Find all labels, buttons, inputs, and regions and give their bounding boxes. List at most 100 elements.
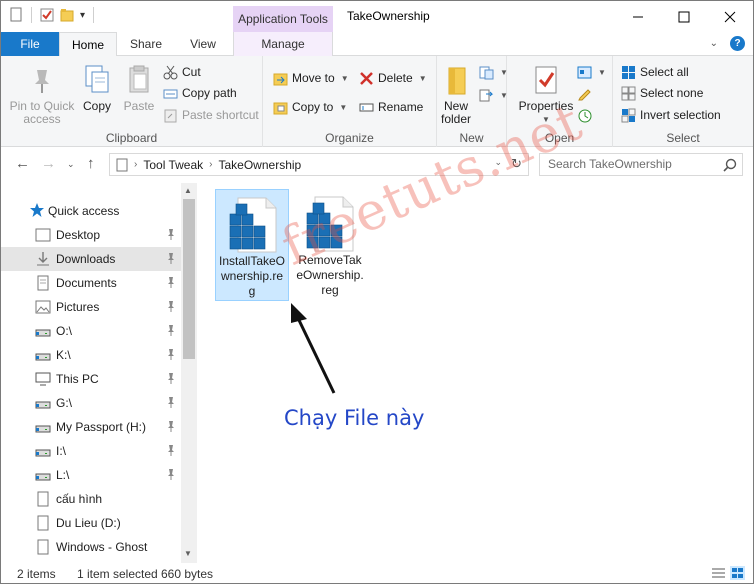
forward-arrow-icon[interactable]: →	[41, 155, 56, 172]
large-icons-view-icon[interactable]	[730, 566, 745, 580]
invert-selection-label: Invert selection	[640, 108, 721, 122]
new-folder-button[interactable]: New folder	[437, 64, 475, 126]
quick-access-toolbar: ▾	[9, 7, 96, 23]
pin-icon[interactable]	[166, 372, 176, 385]
invert-selection-icon	[621, 108, 636, 123]
details-view-icon[interactable]	[711, 566, 726, 580]
nav-item[interactable]: K:\	[1, 343, 181, 367]
recent-locations-chevron-icon[interactable]: ⌄	[67, 159, 75, 170]
copy-path-label: Copy path	[182, 86, 237, 100]
select-none-icon	[621, 86, 636, 101]
nav-item[interactable]: Pictures	[1, 295, 181, 319]
file-icon	[37, 515, 49, 531]
clipboard-group-label: Clipboard	[105, 131, 158, 145]
customize-qat-icon[interactable]: ▾	[80, 10, 85, 21]
search-icon[interactable]	[723, 158, 737, 172]
tab-file[interactable]: File	[1, 32, 59, 56]
nav-item[interactable]: O:\	[1, 319, 181, 343]
item-count: 2 items	[17, 567, 56, 581]
help-icon[interactable]: ?	[730, 36, 745, 51]
edit-button[interactable]	[577, 83, 592, 103]
nav-item[interactable]: Documents	[1, 271, 181, 295]
delete-icon	[359, 71, 374, 86]
minimize-button[interactable]	[615, 1, 661, 32]
nav-item[interactable]: Du Lieu (D:)	[1, 511, 181, 535]
properties-icon[interactable]	[40, 7, 54, 23]
file-item-install[interactable]: InstallTakeOwnership.reg	[215, 189, 289, 301]
window-menu-icon[interactable]	[9, 7, 23, 23]
invert-selection-button[interactable]: Invert selection	[621, 105, 721, 125]
delete-button[interactable]: Delete ▼	[359, 68, 427, 88]
pin-icon[interactable]	[166, 324, 176, 337]
tab-share[interactable]: Share	[121, 32, 171, 56]
folder-location-icon	[116, 158, 128, 171]
back-arrow-icon[interactable]: ←	[15, 155, 30, 172]
nav-item[interactable]: G:\	[1, 391, 181, 415]
pin-icon[interactable]	[166, 396, 176, 409]
breadcrumb-tool-tweak[interactable]: Tool Tweak	[143, 158, 203, 172]
expand-ribbon-icon[interactable]: ⌄	[710, 38, 718, 49]
nav-item[interactable]: This PC	[1, 367, 181, 391]
move-to-icon	[273, 71, 288, 86]
scroll-up-icon[interactable]: ▲	[184, 186, 192, 195]
pin-to-quick-access-button[interactable]: Pin to Quick access	[7, 64, 77, 126]
nav-item[interactable]: Desktop	[1, 223, 181, 247]
pin-icon[interactable]	[166, 252, 176, 265]
tab-manage[interactable]: Manage	[233, 32, 333, 56]
nav-item[interactable]: My Passport (H:)	[1, 415, 181, 439]
copy-to-button[interactable]: Copy to ▼	[273, 97, 347, 117]
copy-path-button[interactable]: Copy path	[163, 83, 237, 103]
rename-button[interactable]: Rename	[359, 97, 423, 117]
pin-icon[interactable]	[166, 348, 176, 361]
nav-item[interactable]: L:\	[1, 463, 181, 487]
file-explorer-window: ▾ Application Tools TakeOwnership File H…	[0, 0, 754, 584]
copy-to-label: Copy to	[292, 100, 334, 114]
nav-item-label: This PC	[56, 372, 99, 386]
pin-icon[interactable]	[166, 420, 176, 433]
properties-checkmark-icon	[531, 64, 561, 96]
pin-icon[interactable]	[166, 276, 176, 289]
paste-button[interactable]: Paste	[119, 64, 159, 113]
nav-item-quick-access[interactable]: Quick access	[1, 199, 181, 223]
select-none-button[interactable]: Select none	[621, 83, 703, 103]
pin-icon[interactable]	[166, 300, 176, 313]
breadcrumb-chevron-icon[interactable]: ›	[209, 159, 212, 170]
edit-icon	[577, 86, 592, 101]
nav-item[interactable]: cấu hình	[1, 487, 181, 511]
nav-item[interactable]: I:\	[1, 439, 181, 463]
folder-icon	[441, 64, 471, 96]
up-arrow-icon[interactable]: ↑	[87, 155, 95, 172]
new-item-button[interactable]: ▼	[479, 62, 508, 82]
maximize-button[interactable]	[661, 1, 707, 32]
breadcrumb-takeownership[interactable]: TakeOwnership	[219, 158, 302, 172]
nav-item[interactable]: Downloads	[1, 247, 181, 271]
nav-item[interactable]: Windows - Ghost	[1, 535, 181, 559]
tab-view[interactable]: View	[181, 32, 225, 56]
file-name: InstallTakeOwnership.reg	[218, 254, 286, 298]
organize-group: Move to ▼ Copy to ▼ Delete ▼ Rename Organiz…	[263, 56, 437, 147]
cut-button[interactable]: Cut	[163, 62, 201, 82]
ribbon: Pin to Quick access Copy Paste Cut Copy …	[1, 56, 753, 147]
paste-shortcut-label: Paste shortcut	[182, 108, 259, 122]
tab-home[interactable]: Home	[59, 32, 117, 57]
paste-shortcut-icon	[163, 108, 178, 123]
easy-access-button[interactable]: ▼	[479, 85, 508, 105]
select-all-button[interactable]: Select all	[621, 62, 689, 82]
pin-icon[interactable]	[166, 228, 176, 241]
breadcrumb-chevron-icon[interactable]: ›	[134, 159, 137, 170]
nav-item-label: L:\	[56, 468, 70, 482]
status-bar: 2 items 1 item selected 660 bytes	[1, 563, 753, 583]
scrollbar-thumb[interactable]	[183, 199, 195, 359]
pin-icon[interactable]	[166, 444, 176, 457]
paste-shortcut-button[interactable]: Paste shortcut	[163, 105, 259, 125]
copy-button[interactable]: Copy	[79, 64, 115, 113]
chevron-down-icon: ▼	[339, 102, 348, 112]
scroll-down-icon[interactable]: ▼	[184, 549, 192, 558]
new-folder-icon[interactable]	[60, 7, 74, 23]
nav-scrollbar[interactable]: ▲ ▼	[181, 183, 197, 563]
move-to-button[interactable]: Move to ▼	[273, 68, 349, 88]
open-button[interactable]: ▼	[577, 62, 606, 82]
close-button[interactable]	[707, 1, 753, 32]
nav-item-label: K:\	[56, 348, 71, 362]
pin-icon[interactable]	[166, 468, 176, 481]
